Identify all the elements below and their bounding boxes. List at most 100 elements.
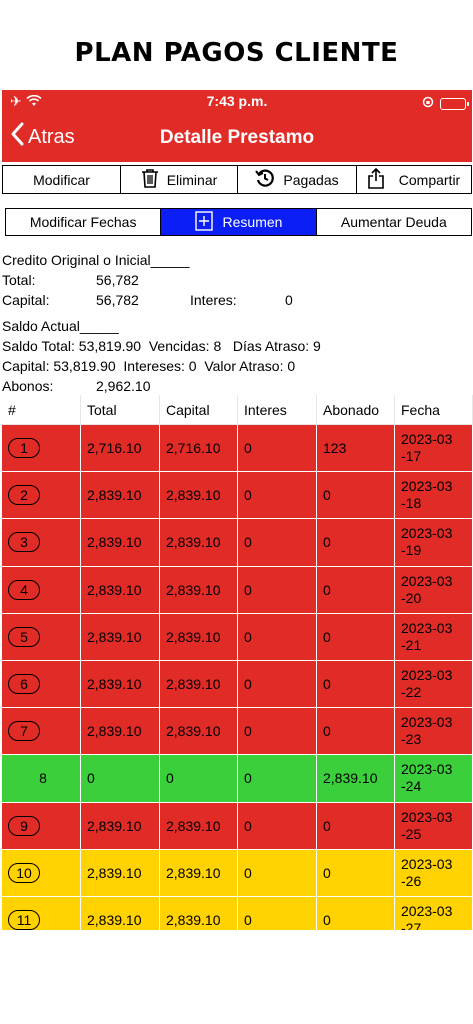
table-row[interactable]: 7 2,839.10 2,839.10 0 0 2023-03 -23 <box>2 708 473 756</box>
table-row[interactable]: 2 2,839.10 2,839.10 0 0 2023-03 -18 <box>2 472 473 520</box>
cell-abonado: 0 <box>317 566 395 614</box>
history-icon <box>255 168 275 191</box>
status-time: 7:43 p.m. <box>206 93 268 109</box>
table-row[interactable]: 4 2,839.10 2,839.10 0 0 2023-03 -20 <box>2 566 473 614</box>
cell-number: 11 <box>2 896 81 930</box>
segment-aumentar-deuda[interactable]: Aumentar Deuda <box>315 208 472 236</box>
saldo-actual-section: Saldo Actual_____ Saldo Total: 53,819.90… <box>2 316 472 396</box>
cell-abonado: 0 <box>317 613 395 661</box>
table-row[interactable]: 3 2,839.10 2,839.10 0 0 2023-03 -19 <box>2 519 473 567</box>
row-number: 8 <box>39 770 47 787</box>
row-number-badge: 9 <box>8 815 40 836</box>
fecha-part-1: 2023-03 <box>401 714 453 731</box>
cell-interes: 0 <box>238 802 317 850</box>
fecha-part-2: -25 <box>401 825 422 842</box>
cell-total: 2,839.10 <box>81 519 160 567</box>
cell-total: 2,839.10 <box>81 660 160 709</box>
cell-capital: 2,839.10 <box>160 708 238 756</box>
cell-total: 0 <box>81 755 160 803</box>
fecha-part-1: 2023-03 <box>401 525 453 542</box>
cell-interes: 0 <box>238 660 317 709</box>
cell-fecha: 2023-03 -17 <box>395 425 473 473</box>
orientation-lock-icon <box>422 95 434 113</box>
cell-abonado: 0 <box>317 519 395 567</box>
cell-number: 2 <box>2 472 81 520</box>
credito-interes-label: Interes: <box>190 292 237 308</box>
table-row[interactable]: 8 0 0 0 2,839.10 2023-03 -24 <box>2 755 473 803</box>
cell-capital: 2,839.10 <box>160 472 238 520</box>
fecha-part-2: -23 <box>401 731 422 748</box>
cell-interes: 0 <box>238 849 317 897</box>
fecha-part-2: -18 <box>401 495 422 512</box>
cell-capital: 2,716.10 <box>160 425 238 473</box>
chevron-left-icon <box>10 122 24 152</box>
cell-capital: 0 <box>160 755 238 803</box>
eliminar-button[interactable]: Eliminar <box>119 165 239 194</box>
fecha-part-1: 2023-03 <box>401 619 453 636</box>
modificar-button[interactable]: Modificar <box>2 165 121 194</box>
table-row[interactable]: 1 2,716.10 2,716.10 0 123 2023-03 -17 <box>2 425 473 473</box>
cell-number: 4 <box>2 566 81 614</box>
credito-capital-label: Capital: <box>2 292 50 308</box>
saldo-line-2: Capital: 53,819.90 Intereses: 0 Valor At… <box>2 358 296 374</box>
cell-total: 2,839.10 <box>81 802 160 850</box>
cell-fecha: 2023-03 -20 <box>395 566 473 614</box>
fecha-part-1: 2023-03 <box>401 855 453 872</box>
cell-interes: 0 <box>238 566 317 614</box>
cell-abonado: 0 <box>317 849 395 897</box>
cell-number: 3 <box>2 519 81 567</box>
table-row[interactable]: 5 2,839.10 2,839.10 0 0 2023-03 -21 <box>2 613 473 661</box>
cell-abonado: 2,839.10 <box>317 755 395 803</box>
row-number-badge: 2 <box>8 485 40 506</box>
table-row[interactable]: 6 2,839.10 2,839.10 0 0 2023-03 -22 <box>2 660 473 709</box>
table-row[interactable]: 11 2,839.10 2,839.10 0 0 2023-03 -27 <box>2 896 473 930</box>
row-number-badge: 1 <box>8 438 40 459</box>
cell-fecha: 2023-03 -27 <box>395 896 473 930</box>
table-row[interactable]: 9 2,839.10 2,839.10 0 0 2023-03 -25 <box>2 802 473 850</box>
cell-fecha: 2023-03 -18 <box>395 472 473 520</box>
abonos-label: Abonos: <box>2 378 54 394</box>
saldo-line-1: Saldo Total: 53,819.90 Vencidas: 8 Días … <box>2 338 321 354</box>
segment-resumen[interactable]: Resumen <box>160 208 317 236</box>
table-row[interactable]: 10 2,839.10 2,839.10 0 0 2023-03 -26 <box>2 849 473 897</box>
cell-capital: 2,839.10 <box>160 613 238 661</box>
cell-abonado: 123 <box>317 425 395 473</box>
cell-capital: 2,839.10 <box>160 519 238 567</box>
back-label: Atras <box>28 125 75 148</box>
pagadas-label: Pagadas <box>283 171 339 188</box>
status-bar: ✈ 7:43 p.m. <box>2 90 472 114</box>
cell-number: 8 <box>2 755 81 803</box>
fecha-part-1: 2023-03 <box>401 572 453 589</box>
credito-total-value: 56,782 <box>96 272 139 288</box>
plus-square-icon <box>194 210 213 234</box>
abonos-value: 2,962.10 <box>96 378 151 394</box>
cell-capital: 2,839.10 <box>160 849 238 897</box>
cell-capital: 2,839.10 <box>160 566 238 614</box>
fecha-part-2: -26 <box>401 872 422 889</box>
cell-interes: 0 <box>238 519 317 567</box>
row-number-badge: 7 <box>8 721 40 742</box>
eliminar-label: Eliminar <box>166 171 218 188</box>
cell-capital: 2,839.10 <box>160 802 238 850</box>
table-header: # Total Capital Interes Abonado Fecha <box>2 395 473 425</box>
back-button[interactable]: Atras <box>10 122 75 152</box>
fecha-part-2: -19 <box>401 542 422 559</box>
pagadas-button[interactable]: Pagadas <box>237 165 357 194</box>
saldo-heading: Saldo Actual_____ <box>2 318 119 334</box>
credito-interes-value: 0 <box>285 292 293 308</box>
page-title: PLAN PAGOS CLIENTE <box>74 38 399 68</box>
credito-total-label: Total: <box>2 272 36 288</box>
nav-bar: Atras Detalle Prestamo <box>2 114 472 162</box>
cell-total: 2,839.10 <box>81 708 160 756</box>
cell-interes: 0 <box>238 755 317 803</box>
cell-fecha: 2023-03 -19 <box>395 519 473 567</box>
cell-total: 2,839.10 <box>81 849 160 897</box>
credito-capital-value: 56,782 <box>96 292 139 308</box>
compartir-button[interactable]: Compartir <box>355 165 472 194</box>
segment-modificar-fechas[interactable]: Modificar Fechas <box>5 208 162 236</box>
cell-number: 9 <box>2 802 81 850</box>
cell-number: 1 <box>2 425 81 473</box>
fecha-part-1: 2023-03 <box>401 478 453 495</box>
cell-total: 2,839.10 <box>81 613 160 661</box>
cell-interes: 0 <box>238 896 317 930</box>
